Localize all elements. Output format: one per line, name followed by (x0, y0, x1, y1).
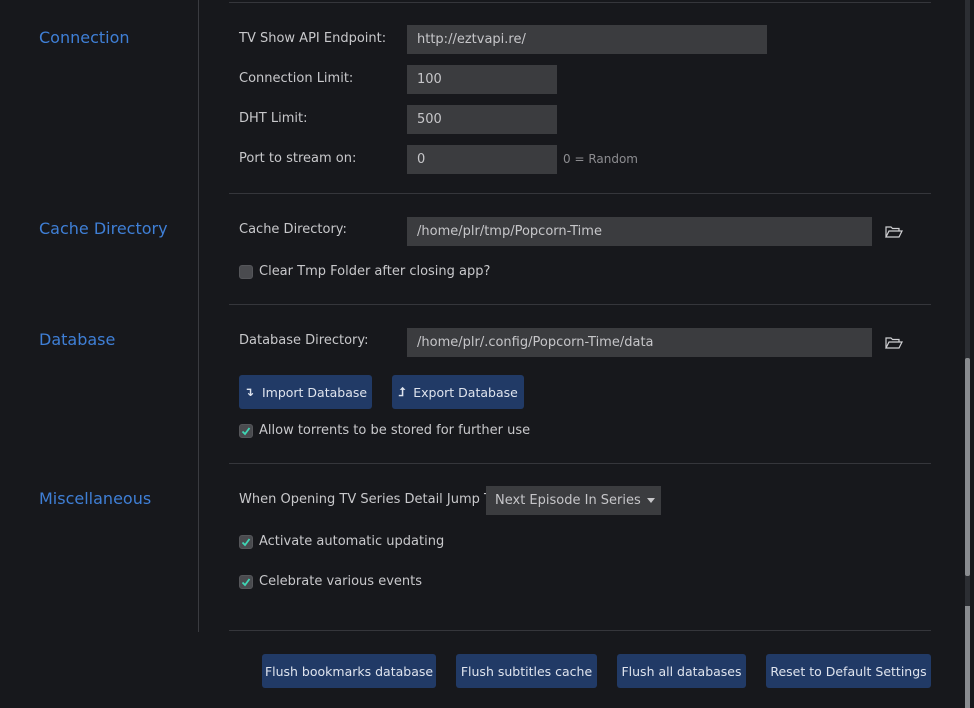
flush-all-button[interactable]: Flush all databases (617, 654, 746, 688)
port-label: Port to stream on: (239, 151, 357, 166)
section-title-misc: Miscellaneous (39, 489, 152, 508)
jump-to-select[interactable]: Next Episode In Series (486, 486, 661, 515)
section-divider (229, 463, 931, 464)
reset-defaults-button[interactable]: Reset to Default Settings (766, 654, 931, 688)
import-database-label: Import Database (261, 384, 368, 400)
allow-torrents-checkbox[interactable] (239, 423, 253, 438)
clear-tmp-label: Clear Tmp Folder after closing app? (259, 264, 491, 279)
celebrate-checkbox-row[interactable]: Celebrate various events (239, 574, 422, 589)
section-divider (229, 630, 931, 631)
section-title-connection: Connection (39, 28, 130, 47)
folder-open-icon[interactable] (885, 225, 903, 239)
import-arrow-icon: ↴ (243, 385, 254, 399)
celebrate-checkbox[interactable] (239, 574, 253, 589)
auto-update-checkbox-row[interactable]: Activate automatic updating (239, 534, 444, 549)
section-title-database: Database (39, 330, 116, 349)
database-dir-input[interactable]: /home/plr/.config/Popcorn-Time/data (407, 328, 872, 357)
export-database-label: Export Database (413, 384, 518, 400)
connection-limit-input[interactable]: 100 (407, 65, 557, 94)
checkmark-icon (241, 537, 251, 546)
checkmark-icon (241, 426, 251, 435)
celebrate-label: Celebrate various events (259, 574, 422, 589)
port-input[interactable]: 0 (407, 145, 557, 174)
section-title-cache: Cache Directory (39, 219, 168, 238)
jump-to-label: When Opening TV Series Detail Jump To: (239, 492, 503, 507)
flush-subtitles-button[interactable]: Flush subtitles cache (456, 654, 597, 688)
section-divider (229, 193, 931, 194)
scrollbar-thumb[interactable] (965, 358, 970, 576)
sidebar-divider (198, 0, 199, 632)
database-dir-label: Database Directory: (239, 333, 369, 348)
clear-tmp-checkbox-row[interactable]: Clear Tmp Folder after closing app? (239, 264, 490, 279)
tv-api-input[interactable]: http://eztvapi.re/ (407, 25, 767, 54)
tv-api-label: TV Show API Endpoint: (239, 31, 387, 46)
chevron-down-icon (647, 498, 655, 503)
export-database-button[interactable]: ⮥ Export Database (392, 375, 524, 409)
connection-limit-label: Connection Limit: (239, 71, 354, 86)
flush-bookmarks-button[interactable]: Flush bookmarks database (262, 654, 436, 688)
folder-open-icon[interactable] (885, 336, 903, 350)
export-arrow-icon: ⮥ (398, 384, 406, 399)
scrollbar-thumb-secondary[interactable] (965, 606, 970, 708)
section-divider (229, 304, 931, 305)
cache-dir-input[interactable]: /home/plr/tmp/Popcorn-Time (407, 217, 872, 246)
clear-tmp-checkbox[interactable] (239, 264, 253, 279)
dht-limit-label: DHT Limit: (239, 111, 308, 126)
allow-torrents-label: Allow torrents to be stored for further … (259, 423, 531, 438)
checkmark-icon (241, 577, 251, 586)
scrollbar-track[interactable] (965, 0, 970, 708)
auto-update-checkbox[interactable] (239, 534, 253, 549)
cache-dir-label: Cache Directory: (239, 222, 347, 237)
import-database-button[interactable]: ↴ Import Database (239, 375, 372, 409)
dht-limit-input[interactable]: 500 (407, 105, 557, 134)
allow-torrents-checkbox-row[interactable]: Allow torrents to be stored for further … (239, 423, 530, 438)
port-hint: 0 = Random (563, 152, 638, 166)
section-divider (229, 2, 931, 3)
jump-to-value: Next Episode In Series (495, 493, 641, 508)
auto-update-label: Activate automatic updating (259, 534, 445, 549)
